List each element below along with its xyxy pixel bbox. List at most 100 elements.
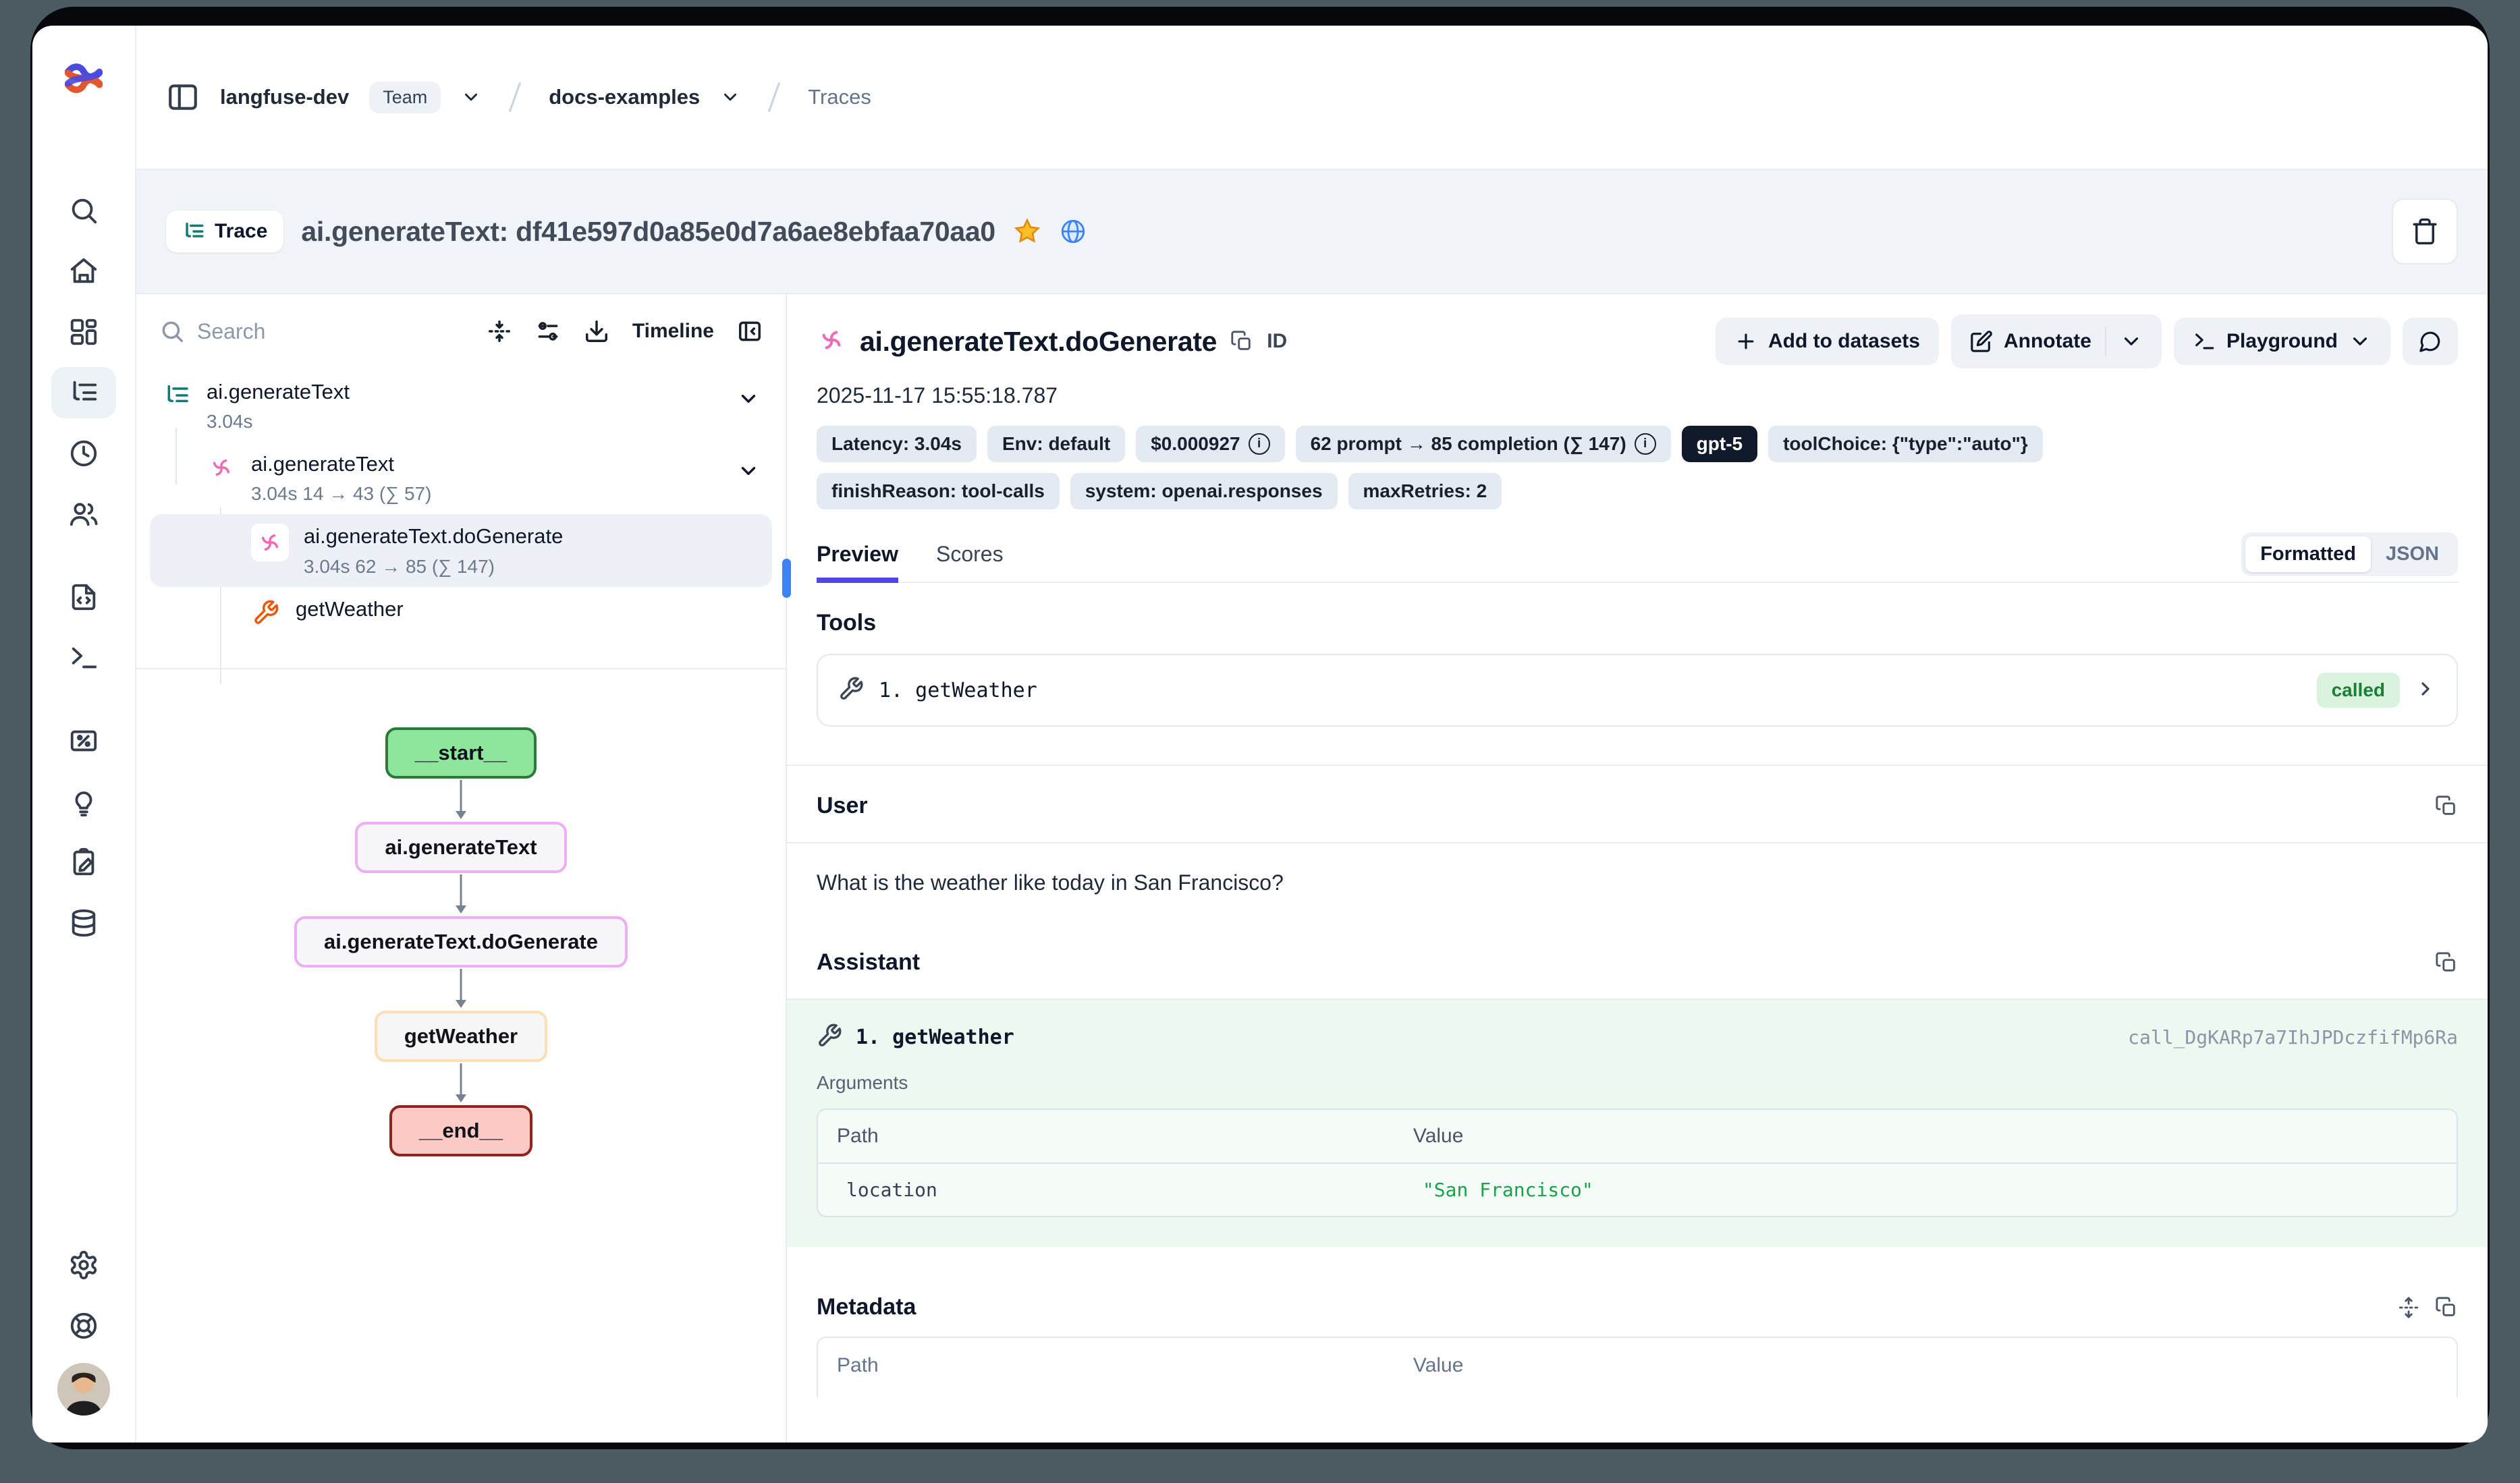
sliders-icon [535,318,561,344]
metric-badge: finishReason: tool-calls [817,473,1060,509]
collapse-node-chevron[interactable] [737,379,760,414]
chevron-down-icon[interactable] [461,87,481,107]
graph-node-dogenerate[interactable]: ai.generateText.doGenerate [294,916,628,968]
collapse-node-chevron[interactable] [737,451,760,486]
copy-icon [2435,951,2458,974]
copy-icon [2435,795,2458,818]
sidebar-item-home[interactable] [51,246,116,297]
download-button[interactable] [584,318,609,344]
wrench-icon [817,1023,842,1052]
sidebar-item-playground[interactable] [51,632,116,683]
info-icon[interactable]: i [1249,433,1270,455]
delete-trace-button[interactable] [2392,198,2458,264]
sidebar-item-sessions[interactable] [51,428,116,479]
tab-preview[interactable]: Preview [817,542,898,582]
search-icon [68,195,99,226]
add-to-datasets-button[interactable]: Add to datasets [1716,318,1939,365]
observation-actions: Add to datasets Annotate Playground [1716,314,2458,368]
tab-scores[interactable]: Scores [936,542,1004,582]
breadcrumb-org[interactable]: langfuse-dev [220,85,349,109]
metric-badge: system: openai.responses [1070,473,1338,509]
format-option-formatted[interactable]: Formatted [2245,536,2371,572]
panel-toggle-icon[interactable] [166,80,200,114]
collapse-panel-button[interactable] [737,318,763,344]
sidebar-item-traces[interactable] [51,367,116,418]
star-bookmark-icon[interactable] [1013,217,1041,246]
playground-button[interactable]: Playground [2174,318,2390,365]
tree-row-generation[interactable]: ai.generateText 3.04s 14 → 43 (∑ 57) [194,442,772,514]
observation-header: ai.generateText.doGenerate ID Add to dat… [817,314,2458,368]
arguments-row: location "San Francisco" [818,1164,2457,1216]
trace-tree-icon [162,381,192,410]
graph-node-getweather[interactable]: getWeather [375,1011,547,1062]
sidebar-item-support[interactable] [51,1300,116,1351]
copy-user-content-button[interactable] [2435,795,2458,818]
top-header: langfuse-dev Team docs-examples Traces [136,26,2488,169]
arguments-col-value: Value [1413,1125,2438,1148]
view-settings-button[interactable] [535,318,561,344]
users-icon [68,499,99,530]
copy-metadata-button[interactable] [2435,1296,2458,1319]
metric-badge: gpt-5 [1682,426,1757,462]
copy-id-button[interactable] [1230,330,1253,353]
sidebar-item-users[interactable] [51,488,116,540]
metric-badge: maxRetries: 2 [1348,473,1502,509]
tree-search-input[interactable]: Search [159,318,464,344]
breadcrumb-project[interactable]: docs-examples [549,85,700,109]
observation-tabs: Preview Scores Formatted JSON [817,532,2458,582]
copy-icon [2435,1296,2458,1319]
metadata-section-heading: Metadata [817,1294,2458,1320]
sidebar-item-evaluation[interactable] [51,715,116,766]
fold-vertical-icon [487,318,512,344]
metadata-col-value: Value [1413,1354,2438,1377]
annotate-button[interactable]: Annotate [1951,314,2162,368]
chevron-right-icon[interactable] [2415,678,2436,703]
observation-badges: Latency: 3.04sEnv: default$0.000927i62 p… [817,426,2234,509]
sidebar-item-annotation[interactable] [51,837,116,888]
public-globe-icon[interactable] [1059,217,1087,246]
tool-definition-row[interactable]: 1. getWeather called [817,654,2458,727]
collapse-all-button[interactable] [487,318,512,344]
sidebar-item-datasets[interactable] [51,897,116,949]
section-divider [787,764,2488,766]
search-placeholder: Search [197,319,265,344]
clock-icon [68,438,99,469]
graph-node-start[interactable]: __start__ [385,727,537,779]
generation-icon [817,325,846,358]
format-option-json[interactable]: JSON [2371,536,2454,572]
agent-graph: __start__ ai.generateText ai.generateTex… [136,669,786,1443]
tree-row-dogenerate-selected[interactable]: ai.generateText.doGenerate 3.04s 62 → 85… [150,514,772,586]
sidebar-item-insights[interactable] [51,776,116,827]
tool-called-badge: called [2317,673,2400,708]
pen-square-icon [1970,330,1993,353]
chevron-down-icon[interactable] [720,87,740,107]
user-avatar[interactable] [57,1363,110,1416]
wrench-icon [251,598,281,627]
panel-resize-handle[interactable] [782,559,791,598]
expand-metadata-button[interactable] [2397,1296,2420,1319]
info-icon[interactable]: i [1635,433,1656,455]
trace-tree-panel: Search Timeline [136,294,787,1443]
sidebar-item-search[interactable] [51,185,116,236]
home-icon [68,256,99,287]
clipboard-pen-icon [68,847,99,878]
timeline-toggle[interactable]: Timeline [632,320,714,343]
wrench-icon [838,676,864,705]
graph-edge-arrow [447,1062,474,1105]
terminal-icon [2193,330,2216,353]
breadcrumb-section[interactable]: Traces [808,85,871,109]
observation-title: ai.generateText.doGenerate [860,326,1217,358]
sidebar-item-dashboards[interactable] [51,306,116,358]
sidebar-item-prompts[interactable] [51,571,116,623]
terminal-icon [68,642,99,673]
tree-row-trace[interactable]: ai.generateText 3.04s [150,370,772,442]
graph-node-generatetext[interactable]: ai.generateText [355,822,566,873]
comments-button[interactable] [2403,318,2458,365]
tree-row-tool[interactable]: getWeather [239,587,772,637]
id-label: ID [1267,330,1287,353]
tool-name: 1. getWeather [879,679,1037,702]
copy-assistant-content-button[interactable] [2435,951,2458,974]
sidebar-item-settings[interactable] [51,1239,116,1291]
file-code-icon [68,582,99,613]
graph-node-end[interactable]: __end__ [389,1105,532,1156]
